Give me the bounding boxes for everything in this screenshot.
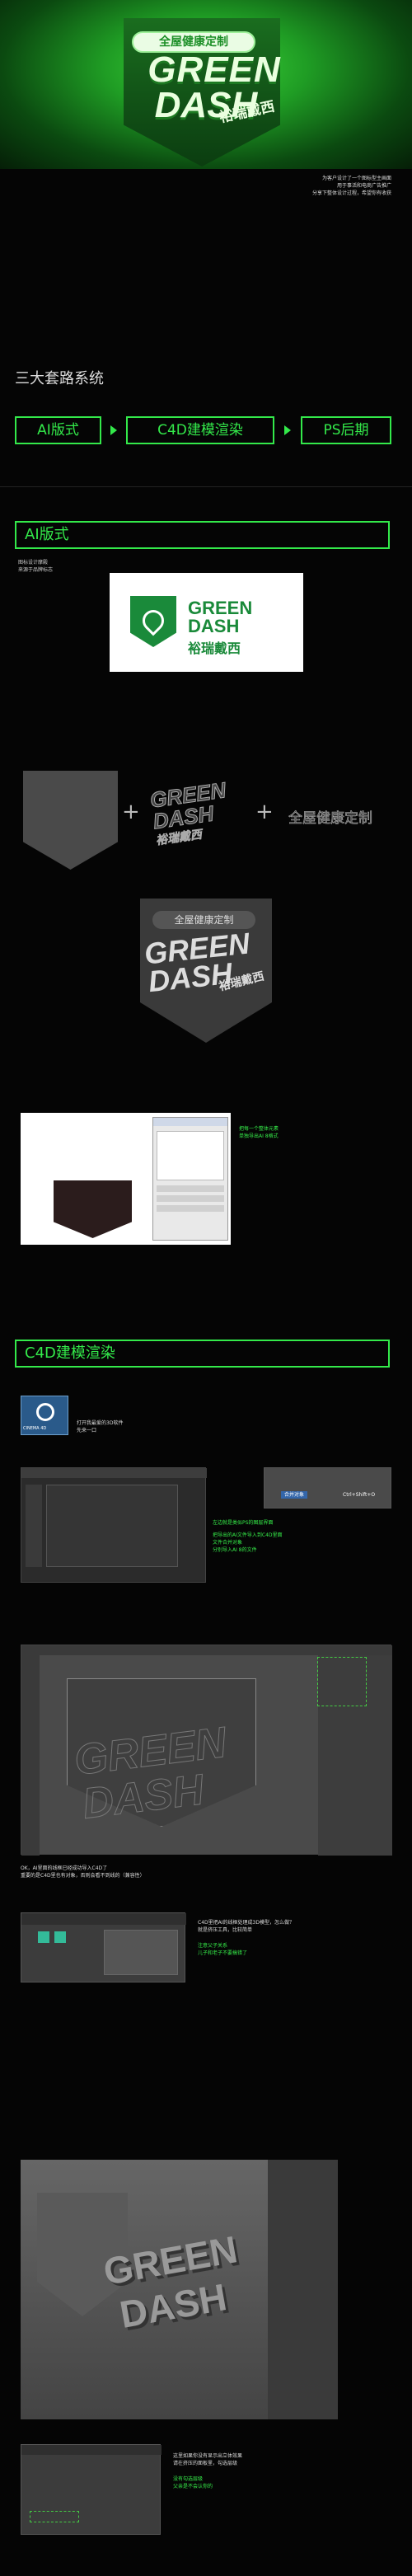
extrude-tool-icon[interactable]	[38, 1931, 49, 1943]
ai-section-title: AI版式	[15, 521, 390, 549]
arrow-icon	[284, 425, 291, 435]
ai-screenshot	[21, 1113, 231, 1245]
c4d-tip-d-line2: 请在挤压的面板里，勾选层级	[173, 2461, 238, 2466]
c4d-tip-a-line4: 分别导入AI 8的文件	[213, 1547, 257, 1553]
section-title: 三大套路系统	[15, 370, 104, 387]
ai-note-line1: 图标设计摩殿	[18, 560, 49, 565]
step-ps: PS后期	[301, 416, 391, 444]
gray-shield-shape	[23, 771, 118, 870]
intro-text: 为客户设计了一个图标型主画面 用于事活和电商广告推广 分享下整体设计过程，希望你…	[181, 175, 391, 197]
c4d-tip-c-line4: 儿子和老子不要搞错了	[198, 1950, 248, 1956]
c4d-tip-d-line4: 父亲是不会认你的	[173, 2484, 213, 2489]
ai-tip-line2: 单独导出AI 8格式	[239, 1133, 279, 1139]
intro-line3: 分享下整体设计过程，希望你有收获	[311, 190, 391, 196]
c4d-attribute-panel	[21, 2444, 162, 2535]
c4d-tip-a-line2: 把导出的AI文件导入到C4D里面	[213, 1532, 283, 1538]
intro-line1: 为客户设计了一个图标型主画面	[321, 176, 391, 181]
brand-logo-cn: 裕瑞戴西	[188, 640, 241, 656]
plus-sign: +	[255, 800, 274, 824]
menu-shortcut: Ctrl+Shift+O	[343, 1492, 376, 1498]
hierarchy-checkbox[interactable]	[30, 2511, 79, 2522]
c4d-section-title: C4D建模渲染	[15, 1340, 390, 1368]
c4d-tip-d-line1: 这里如果你没有显示出立体效果	[173, 2453, 243, 2459]
c4d-app-icon: CINEMA 4D	[21, 1396, 68, 1435]
divider	[0, 486, 412, 487]
c4d-tip-c-line1: C4D里把AI的线框处理成3D模型，怎么做？	[198, 1920, 294, 1926]
brand-logo-line2: DASH	[188, 616, 240, 636]
c4d-tip-b-line2: 重要的是C4D里也有对象，否则会看不到线的（兼容性）	[21, 1873, 145, 1879]
c4d-render: GREEN DASH	[21, 2160, 338, 2419]
c4d-app-tip: 打开我最爱的3D软件 先来一口	[77, 1419, 123, 1434]
menu-item-merge[interactable]: 合并对象	[281, 1491, 308, 1499]
c4d-app-tip-line1: 打开我最爱的3D软件	[77, 1420, 124, 1426]
arrow-icon	[110, 425, 117, 435]
c4d-tip-c-line3: 注意父子关系	[198, 1943, 228, 1949]
c4d-tip-a: 左边就是类似PS的图层界面 把导出的AI文件导入到C4D里面 文件合并对象 分别…	[213, 1519, 283, 1554]
c4d-tip-a-line1: 左边就是类似PS的图层界面	[213, 1520, 274, 1526]
hero-badge-text: 全屋健康定制	[159, 35, 228, 49]
c4d-tip-c-line2: 就是挤压工具，比较简单	[198, 1927, 253, 1933]
step-c4d: C4D建模渲染	[126, 416, 274, 444]
c4d-logo-icon	[36, 1403, 54, 1421]
wire-selection-box	[317, 1657, 367, 1706]
c4d-screenshot-3	[21, 1912, 186, 1982]
step-ai: AI版式	[15, 416, 101, 444]
ai-tip: 把每一个整体元素 单独导出AI 8格式	[239, 1125, 279, 1140]
ai-export-dialog[interactable]	[152, 1117, 228, 1241]
ai-tip-line1: 把每一个整体元素	[239, 1126, 279, 1132]
hero-banner: 全屋健康定制 GREEN DASH 裕瑞戴西	[0, 0, 412, 169]
ai-note-line2: 来源于品牌标志	[18, 567, 54, 573]
c4d-tip-b-line1: OK，AI里面的线框已经成功导入C4D了	[21, 1865, 108, 1871]
c4d-tip-d-line3: 没有勾选层级	[173, 2476, 204, 2482]
c4d-tip-d: 这里如果你没有显示出立体效果 请在挤压的面板里，勾选层级 没有勾选层级 父亲是不…	[173, 2452, 242, 2490]
element-logo: GREEN DASH 裕瑞戴西	[148, 777, 247, 849]
c4d-file-menu[interactable]: 合并对象 Ctrl+Shift+O	[264, 1467, 391, 1509]
ai-note: 图标设计摩殿 来源于品牌标志	[18, 559, 53, 574]
extrude-tool-icon-2[interactable]	[54, 1931, 66, 1943]
dark-shield-shape	[54, 1180, 132, 1238]
c4d-app-tip-line2: 先来一口	[77, 1428, 97, 1433]
element-slogan: 全屋健康定制	[288, 810, 373, 828]
c4d-tip-b: OK，AI里面的线框已经成功导入C4D了 重要的是C4D里也有对象，否则会看不到…	[21, 1865, 145, 1879]
plus-sign: +	[122, 800, 140, 824]
c4d-tip-c: C4D里把AI的线框处理成3D模型，怎么做？ 就是挤压工具，比较简单 注意父子关…	[198, 1919, 294, 1957]
c4d-screenshot-1	[21, 1467, 207, 1583]
c4d-app-label: CINEMA 4D	[23, 1426, 47, 1431]
intro-line2: 用于事活和电商广告推广	[336, 183, 391, 189]
c4d-tip-a-line3: 文件合并对象	[213, 1540, 243, 1546]
brand-logo-card: GREEN DASH 裕瑞戴西	[110, 573, 303, 672]
